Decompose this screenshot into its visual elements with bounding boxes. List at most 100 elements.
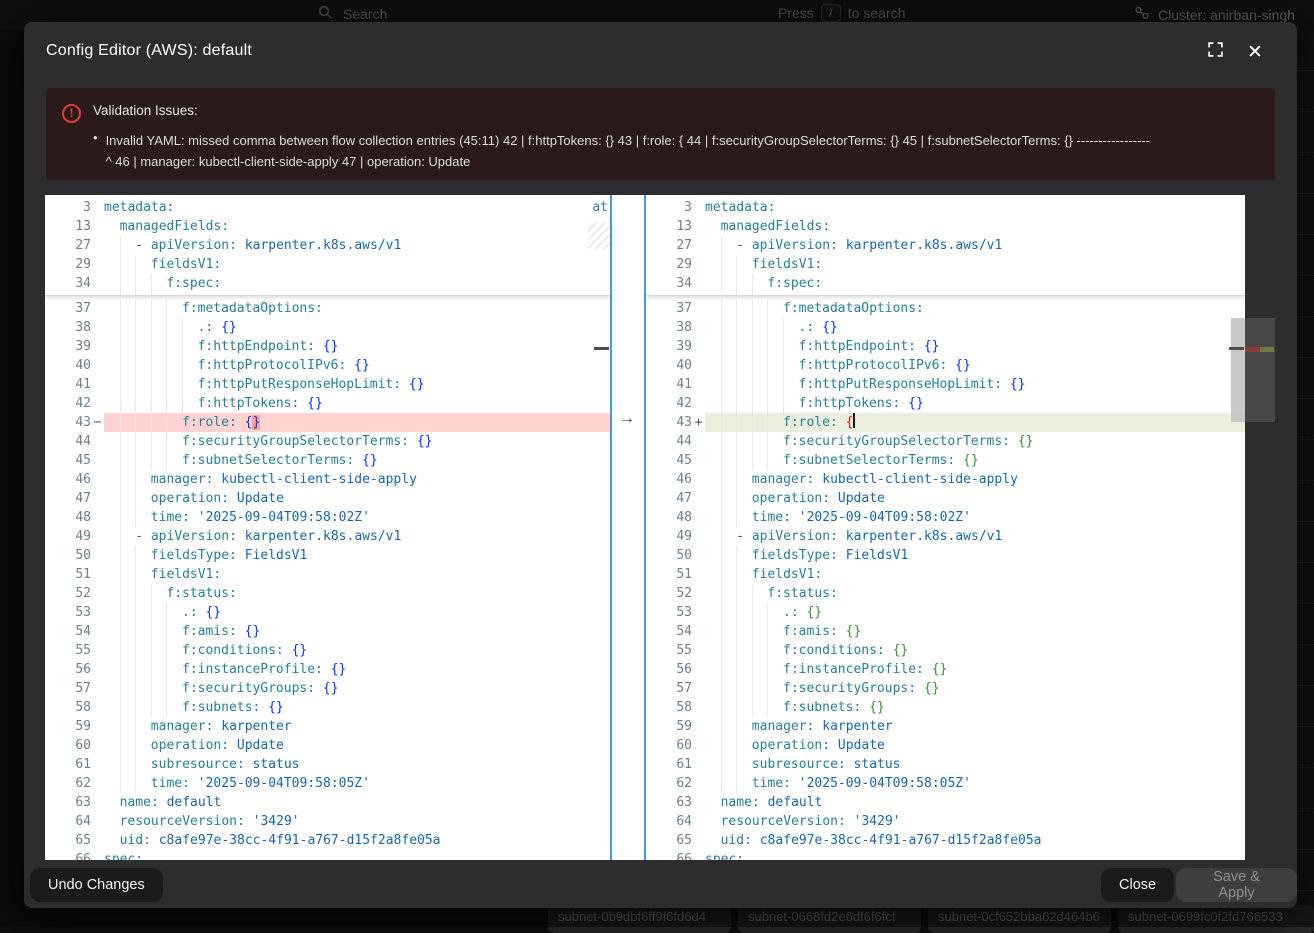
code-text: f:securityGroups: {} xyxy=(705,679,1245,698)
code-line[interactable]: 27- apiVersion: karpenter.k8s.aws/v1 xyxy=(646,236,1245,255)
code-line[interactable]: 58f:subnets: {} xyxy=(45,698,610,717)
code-line[interactable]: 34f:spec: xyxy=(45,274,610,293)
fullscreen-button[interactable] xyxy=(1199,36,1231,68)
code-text: f:role: {} xyxy=(104,413,610,432)
code-line[interactable]: 39f:httpEndpoint: {} xyxy=(45,337,610,356)
undo-changes-button[interactable]: Undo Changes xyxy=(30,868,163,902)
code-line[interactable]: 65uid: c8afe97e-38cc-4f91-a767-d15f2a8fe… xyxy=(45,831,610,850)
save-apply-button[interactable]: Save & Apply xyxy=(1176,868,1297,902)
code-line[interactable]: 37f:metadataOptions: xyxy=(646,299,1245,318)
code-line[interactable]: 34f:spec: xyxy=(646,274,1245,293)
code-line[interactable]: 40f:httpProtocolIPv6: {} xyxy=(646,356,1245,375)
code-line[interactable]: 39f:httpEndpoint: {} xyxy=(646,337,1245,356)
code-line[interactable]: 46manager: kubectl-client-side-apply xyxy=(45,470,610,489)
code-line[interactable]: 50fieldsType: FieldsV1 xyxy=(45,546,610,565)
code-line[interactable]: 55f:conditions: {} xyxy=(646,641,1245,660)
code-text: operation: Update xyxy=(705,489,1245,508)
close-button[interactable]: Close xyxy=(1101,868,1174,902)
line-number: 34 xyxy=(646,274,692,293)
code-line[interactable]: 29fieldsV1: xyxy=(45,255,610,274)
code-line[interactable]: 50fieldsType: FieldsV1 xyxy=(646,546,1245,565)
code-line[interactable]: 40f:httpProtocolIPv6: {} xyxy=(45,356,610,375)
fullscreen-icon xyxy=(1207,41,1224,63)
code-line[interactable]: 62time: '2025-09-04T09:58:05Z' xyxy=(646,774,1245,793)
code-line[interactable]: 46manager: kubectl-client-side-apply xyxy=(646,470,1245,489)
code-line[interactable]: 38.: {} xyxy=(45,318,610,337)
code-line[interactable]: 29fieldsV1: xyxy=(646,255,1245,274)
code-line[interactable]: 48time: '2025-09-04T09:58:02Z' xyxy=(646,508,1245,527)
code-line[interactable]: 43−f:role: {} xyxy=(45,413,610,432)
code-line[interactable]: 55f:conditions: {} xyxy=(45,641,610,660)
code-line[interactable]: 60operation: Update xyxy=(646,736,1245,755)
code-line[interactable]: 65uid: c8afe97e-38cc-4f91-a767-d15f2a8fe… xyxy=(646,831,1245,850)
diff-marker xyxy=(692,508,705,527)
code-text: subresource: status xyxy=(705,755,1245,774)
code-line[interactable]: 59manager: karpenter xyxy=(45,717,610,736)
diff-marker xyxy=(692,584,705,603)
diff-marker xyxy=(91,432,104,451)
code-line[interactable]: 37f:metadataOptions: xyxy=(45,299,610,318)
diff-pane-modified[interactable]: 37f:metadataOptions:38.: {}39f:httpEndpo… xyxy=(646,195,1245,860)
diff-splitter[interactable]: → xyxy=(610,195,646,860)
code-line[interactable]: 13managedFields: xyxy=(45,217,610,236)
code-line[interactable]: 53.: {} xyxy=(646,603,1245,622)
code-line[interactable]: 41f:httpPutResponseHopLimit: {} xyxy=(646,375,1245,394)
code-text: f:subnetSelectorTerms: {} xyxy=(705,451,1245,470)
code-line[interactable]: 57f:securityGroups: {} xyxy=(45,679,610,698)
code-line[interactable]: 41f:httpPutResponseHopLimit: {} xyxy=(45,375,610,394)
code-line[interactable]: 52f:status: xyxy=(646,584,1245,603)
code-line[interactable]: 61subresource: status xyxy=(646,755,1245,774)
code-line[interactable]: 49- apiVersion: karpenter.k8s.aws/v1 xyxy=(45,527,610,546)
code-line[interactable]: 13managedFields: xyxy=(646,217,1245,236)
code-line[interactable]: 54f:amis: {} xyxy=(45,622,610,641)
line-number: 45 xyxy=(646,451,692,470)
revert-change-arrow[interactable]: → xyxy=(619,410,635,428)
code-line[interactable]: 60operation: Update xyxy=(45,736,610,755)
code-line[interactable]: 51fieldsV1: xyxy=(646,565,1245,584)
diff-marker xyxy=(692,736,705,755)
code-line[interactable]: 47operation: Update xyxy=(646,489,1245,508)
code-text: operation: Update xyxy=(104,736,610,755)
code-line[interactable]: 64resourceVersion: '3429' xyxy=(646,812,1245,831)
diff-overview-slider[interactable] xyxy=(1245,318,1275,422)
diff-marker xyxy=(692,660,705,679)
code-line[interactable]: 66spec: xyxy=(45,850,610,860)
code-line[interactable]: 64resourceVersion: '3429' xyxy=(45,812,610,831)
code-line[interactable]: 44f:securityGroupSelectorTerms: {} xyxy=(646,432,1245,451)
code-text: f:securityGroups: {} xyxy=(104,679,610,698)
diff-marker xyxy=(91,717,104,736)
right-scrollbar-slider[interactable] xyxy=(1231,318,1245,422)
diff-pane-original[interactable]: at 37f:metadataOptions:38.: {}39f:httpEn… xyxy=(45,195,610,860)
code-line[interactable]: 42f:httpTokens: {} xyxy=(45,394,610,413)
code-line[interactable]: 53.: {} xyxy=(45,603,610,622)
code-line[interactable]: 27- apiVersion: karpenter.k8s.aws/v1 xyxy=(45,236,610,255)
code-line[interactable]: 57f:securityGroups: {} xyxy=(646,679,1245,698)
code-line[interactable]: 44f:securityGroupSelectorTerms: {} xyxy=(45,432,610,451)
code-line[interactable]: 45f:subnetSelectorTerms: {} xyxy=(45,451,610,470)
code-line[interactable]: 3metadata: xyxy=(45,198,610,217)
line-number: 58 xyxy=(45,698,91,717)
code-line[interactable]: 66spec: xyxy=(646,850,1245,860)
code-line[interactable]: 56f:instanceProfile: {} xyxy=(45,660,610,679)
diff-marker xyxy=(692,622,705,641)
code-line[interactable]: 42f:httpTokens: {} xyxy=(646,394,1245,413)
code-line[interactable]: 48time: '2025-09-04T09:58:02Z' xyxy=(45,508,610,527)
code-line[interactable]: 59manager: karpenter xyxy=(646,717,1245,736)
code-line[interactable]: 58f:subnets: {} xyxy=(646,698,1245,717)
close-dialog-button[interactable]: ✕ xyxy=(1239,36,1271,68)
code-line[interactable]: 54f:amis: {} xyxy=(646,622,1245,641)
code-line[interactable]: 43+f:role: { xyxy=(646,413,1245,432)
code-line[interactable]: 52f:status: xyxy=(45,584,610,603)
code-line[interactable]: 47operation: Update xyxy=(45,489,610,508)
code-line[interactable]: 62time: '2025-09-04T09:58:05Z' xyxy=(45,774,610,793)
code-line[interactable]: 3metadata: xyxy=(646,198,1245,217)
code-line[interactable]: 45 f:subnetSelectorTerms: {} xyxy=(646,451,1245,470)
code-line[interactable]: 38.: {} xyxy=(646,318,1245,337)
code-line[interactable]: 63name: default xyxy=(646,793,1245,812)
code-line[interactable]: 51fieldsV1: xyxy=(45,565,610,584)
diff-marker xyxy=(91,299,104,318)
code-line[interactable]: 49- apiVersion: karpenter.k8s.aws/v1 xyxy=(646,527,1245,546)
code-line[interactable]: 56f:instanceProfile: {} xyxy=(646,660,1245,679)
code-line[interactable]: 63name: default xyxy=(45,793,610,812)
code-line[interactable]: 61subresource: status xyxy=(45,755,610,774)
